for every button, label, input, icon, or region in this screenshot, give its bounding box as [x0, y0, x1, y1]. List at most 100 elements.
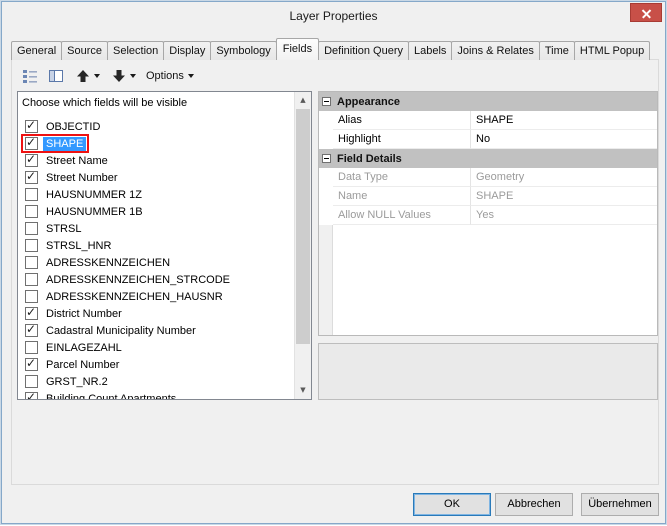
field-list-viewport: Choose which fields will be visible OBJE…: [18, 92, 294, 399]
field-item-strsl-hnr[interactable]: STRSL_HNR: [18, 237, 294, 254]
field-item-adresskennzeichen[interactable]: ADRESSKENNZEICHEN: [18, 254, 294, 271]
field-item-street-name[interactable]: Street Name: [18, 152, 294, 169]
field-item-street-number[interactable]: Street Number: [18, 169, 294, 186]
field-label: ADRESSKENNZEICHEN_HAUSNR: [46, 290, 223, 303]
close-button[interactable]: [630, 3, 662, 22]
field-checkbox[interactable]: [25, 290, 38, 303]
field-checkbox[interactable]: [25, 222, 38, 235]
field-item-einlagezahl[interactable]: EINLAGEZAHL: [18, 339, 294, 356]
grid-row-highlight[interactable]: Highlight No: [319, 130, 657, 149]
title-bar[interactable]: Layer Properties: [2, 2, 665, 32]
field-item-district-number[interactable]: District Number: [18, 305, 294, 322]
field-label: OBJECTID: [46, 120, 101, 133]
collapse-icon[interactable]: [321, 154, 331, 163]
property-name: Alias: [333, 111, 471, 130]
tab-html-popup[interactable]: HTML Popup: [573, 41, 651, 60]
field-checkbox[interactable]: [25, 323, 38, 337]
tab-symbology[interactable]: Symbology: [210, 41, 277, 60]
field-label: Street Number: [46, 171, 118, 184]
close-icon: [641, 8, 652, 19]
field-label: HAUSNUMMER 1B: [46, 205, 143, 218]
tab-definition-query[interactable]: Definition Query: [318, 41, 409, 60]
tab-source[interactable]: Source: [61, 41, 108, 60]
field-item-shape[interactable]: SHAPE: [18, 134, 294, 153]
scroll-up-icon[interactable]: ▲: [295, 92, 311, 109]
property-name: Highlight: [333, 130, 471, 149]
field-label: GRST_NR.2: [46, 375, 108, 388]
move-down-icon: [113, 70, 125, 82]
field-list-scrollbar[interactable]: ▲ ▼: [294, 92, 311, 399]
field-checkbox[interactable]: [25, 375, 38, 388]
grid-section-field-details[interactable]: Field Details: [319, 149, 657, 168]
field-checkbox[interactable]: [25, 205, 38, 218]
field-label: ADRESSKENNZEICHEN_STRCODE: [46, 273, 230, 286]
field-checkbox[interactable]: [25, 188, 38, 201]
move-field-up-button[interactable]: [72, 65, 104, 87]
field-label: Street Name: [46, 154, 108, 167]
field-checkbox[interactable]: [25, 357, 38, 371]
field-item-objectid[interactable]: OBJECTID: [18, 118, 294, 135]
field-properties-grid: Appearance Alias SHAPE Highlight No Field Det…: [318, 91, 658, 336]
field-item-cadastral-municipality-number[interactable]: Cadastral Municipality Number: [18, 322, 294, 339]
options-button[interactable]: Options: [142, 65, 198, 87]
field-item-hausnummer-1z[interactable]: HAUSNUMMER 1Z: [18, 186, 294, 203]
tab-display[interactable]: Display: [163, 41, 212, 60]
field-list-icon: [23, 70, 37, 83]
field-list-items: OBJECTID SHAPE Street Name Street Number HAU…: [18, 118, 294, 399]
field-label: Cadastral Municipality Number: [46, 324, 196, 337]
tab-time[interactable]: Time: [538, 41, 575, 60]
property-value: Yes: [471, 206, 657, 225]
field-checkbox[interactable]: [25, 119, 38, 133]
scroll-down-icon[interactable]: ▼: [295, 382, 311, 399]
property-value[interactable]: SHAPE: [471, 111, 657, 130]
field-item-strsl[interactable]: STRSL: [18, 220, 294, 237]
property-value: SHAPE: [471, 187, 657, 206]
field-checkbox[interactable]: [25, 306, 38, 320]
tab-fields[interactable]: Fields: [275, 38, 320, 60]
property-value[interactable]: No: [471, 130, 657, 149]
field-label: STRSL_HNR: [46, 239, 112, 252]
field-checkbox[interactable]: [25, 273, 38, 286]
field-checkbox[interactable]: [25, 256, 38, 269]
field-item-building-count-apartments[interactable]: Building Count Apartments: [18, 390, 294, 399]
row-gutter: [319, 111, 333, 130]
move-field-down-button[interactable]: [108, 65, 140, 87]
chevron-down-icon: [130, 74, 136, 78]
grid-section-appearance[interactable]: Appearance: [319, 92, 657, 111]
field-checkbox[interactable]: [25, 391, 38, 399]
tab-general[interactable]: General: [11, 41, 63, 60]
field-item-hausnummer-1b[interactable]: HAUSNUMMER 1B: [18, 203, 294, 220]
chevron-down-icon: [187, 74, 194, 78]
property-name: Data Type: [333, 168, 471, 187]
field-checkbox[interactable]: [25, 239, 38, 252]
ok-button[interactable]: OK: [413, 493, 491, 516]
field-checkbox[interactable]: [25, 170, 38, 184]
field-label: District Number: [46, 307, 122, 320]
field-label: ADRESSKENNZEICHEN: [46, 256, 171, 269]
tab-joins-relates[interactable]: Joins & Relates: [451, 41, 540, 60]
grid-row-data-type: Data Type Geometry: [319, 168, 657, 187]
show-field-names-button[interactable]: [18, 65, 42, 87]
window-title: Layer Properties: [289, 9, 378, 23]
apply-button[interactable]: Übernehmen: [581, 493, 659, 516]
field-label: Parcel Number: [46, 358, 120, 371]
field-item-adresskennzeichen-strcode[interactable]: ADRESSKENNZEICHEN_STRCODE: [18, 271, 294, 288]
collapse-icon[interactable]: [321, 97, 331, 106]
grid-rows: Appearance Alias SHAPE Highlight No Field Det…: [319, 92, 657, 225]
fields-toolbar: Options: [18, 64, 198, 88]
field-checkbox[interactable]: [25, 341, 38, 354]
cancel-button[interactable]: Abbrechen: [495, 493, 573, 516]
field-item-adresskennzeichen-hausnr[interactable]: ADRESSKENNZEICHEN_HAUSNR: [18, 288, 294, 305]
tab-selection[interactable]: Selection: [107, 41, 165, 60]
grid-row-alias[interactable]: Alias SHAPE: [319, 111, 657, 130]
field-list: Choose which fields will be visible OBJE…: [17, 91, 312, 400]
scrollbar-thumb[interactable]: [296, 109, 310, 344]
field-label: Building Count Apartments: [46, 392, 177, 400]
field-label: EINLAGEZAHL: [46, 341, 122, 354]
field-checkbox[interactable]: [25, 136, 38, 150]
field-checkbox[interactable]: [25, 153, 38, 167]
field-panel-toggle-button[interactable]: [44, 65, 68, 87]
field-item-parcel-number[interactable]: Parcel Number: [18, 356, 294, 373]
tab-labels[interactable]: Labels: [407, 41, 453, 60]
field-item-grst-nr-2[interactable]: GRST_NR.2: [18, 373, 294, 390]
